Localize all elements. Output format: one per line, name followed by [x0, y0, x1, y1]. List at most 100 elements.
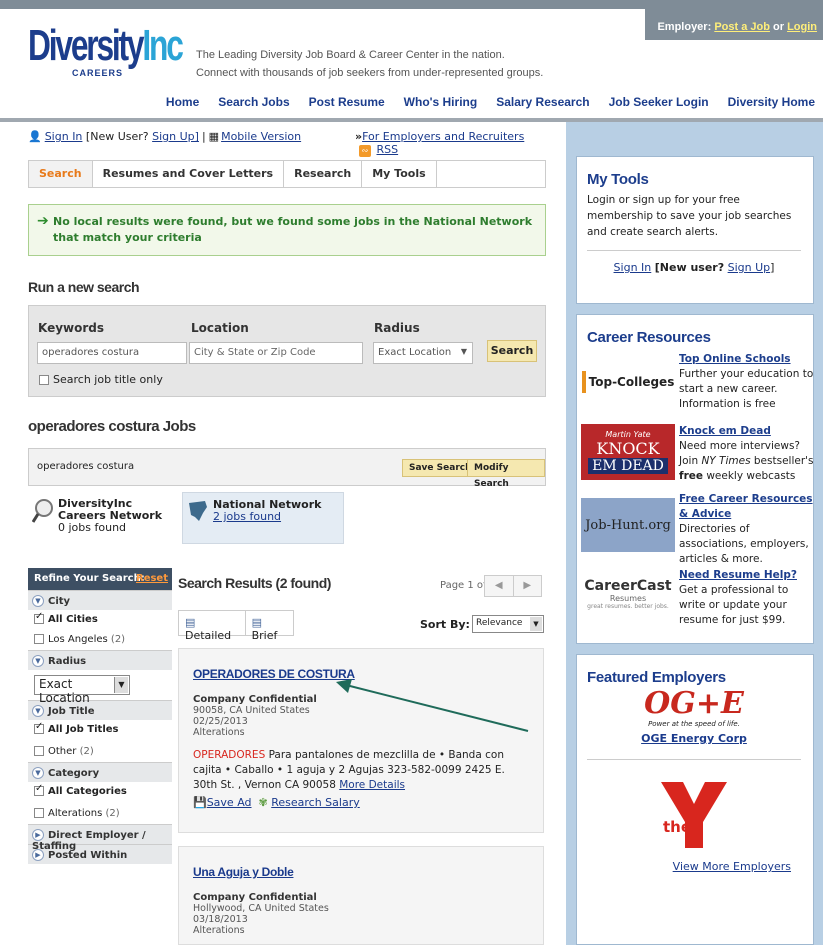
- chevron-right-icon: ▶: [32, 829, 44, 841]
- job-card: Una Aguja y Doble Company Confidential H…: [178, 846, 544, 945]
- refine-radius-select[interactable]: Exact Location ▼: [34, 675, 130, 705]
- view-more-employers-link[interactable]: View More Employers: [673, 860, 791, 873]
- top-nav: Home Search Jobs Post Resume Who's Hirin…: [166, 95, 815, 109]
- keywords-input[interactable]: operadores costura: [37, 342, 187, 364]
- nav-whos-hiring[interactable]: Who's Hiring: [404, 95, 478, 109]
- nav-job-seeker-login[interactable]: Job Seeker Login: [609, 95, 709, 109]
- oge-employer[interactable]: OG+E Power at the speed of life. OGE Ene…: [587, 686, 801, 746]
- us-map-icon: [189, 501, 207, 521]
- ymca-employer[interactable]: the the: [587, 776, 801, 852]
- nav-post-resume[interactable]: Post Resume: [309, 95, 385, 109]
- resource-careercast[interactable]: CareerCast Resumes great resumes. better…: [581, 568, 801, 640]
- detailed-view-button[interactable]: ▤ Detailed: [179, 611, 246, 642]
- title-only-checkbox[interactable]: [39, 375, 49, 385]
- rss-link[interactable]: RSS: [377, 143, 399, 156]
- alterations-option[interactable]: Alterations (2): [28, 804, 172, 824]
- tab-my-tools[interactable]: My Tools: [362, 161, 437, 187]
- tab-resumes[interactable]: Resumes and Cover Letters: [93, 161, 285, 187]
- brief-icon: ▤: [251, 616, 262, 629]
- checkbox[interactable]: [34, 808, 44, 818]
- tagline: The Leading Diversity Job Board & Career…: [196, 49, 544, 79]
- job-hunt-logo: Job-Hunt.org: [581, 498, 675, 552]
- save-ad-link[interactable]: Save Ad: [207, 796, 252, 809]
- my-tools-title: My Tools: [587, 171, 649, 188]
- magnifier-icon: [32, 499, 53, 523]
- modify-search-button[interactable]: Modify Search: [467, 459, 545, 489]
- employers-link[interactable]: For Employers and Recruiters: [362, 130, 524, 143]
- pager-buttons: ◀ ▶: [484, 575, 542, 597]
- los-angeles-option[interactable]: Los Angeles (2): [28, 630, 172, 650]
- all-job-titles-option[interactable]: All Job Titles: [28, 720, 172, 742]
- resource-job-hunt[interactable]: Job-Hunt.org Free Career Resources & Adv…: [581, 492, 813, 568]
- current-query: operadores costura: [37, 461, 135, 472]
- view-more-employers: View More Employers: [587, 860, 801, 873]
- run-search-heading: Run a new search: [28, 279, 140, 295]
- dropdown-arrow-icon: ▼: [530, 617, 542, 631]
- search-form: Keywords operadores costura Location Cit…: [28, 305, 546, 397]
- oge-link[interactable]: OGE Energy Corp: [587, 732, 801, 745]
- national-network[interactable]: National Network 2 jobs found: [182, 492, 344, 544]
- my-tools-panel: My Tools Login or sign up for your free …: [576, 156, 814, 304]
- sort-select[interactable]: Relevance ▼: [472, 615, 544, 633]
- location-label: Location: [191, 321, 249, 335]
- refine-radius[interactable]: ▼ Radius: [28, 650, 172, 670]
- refine-city[interactable]: ▼ City: [28, 590, 172, 610]
- checkbox-checked[interactable]: [34, 611, 44, 624]
- chevron-right-icon: ▶: [32, 849, 44, 861]
- rss-icon: ∾: [359, 145, 371, 157]
- reset-link[interactable]: Reset: [136, 573, 168, 584]
- view-toggle: ▤ Detailed ▤ Brief: [178, 610, 294, 642]
- checkbox-checked[interactable]: [34, 721, 44, 734]
- refine-direct-employer[interactable]: ▶ Direct Employer / Staffing: [28, 824, 172, 852]
- knock-em-dead-logo: Martin Yate KNOCK EM DEAD: [581, 424, 675, 480]
- top-colleges-logo: Top-Colleges: [581, 364, 675, 400]
- nav-search-jobs[interactable]: Search Jobs: [218, 95, 289, 109]
- sidebar-sign-up-link[interactable]: Sign Up: [728, 261, 771, 274]
- refine-category[interactable]: ▼ Category: [28, 762, 172, 782]
- oge-logo: OG+E: [644, 686, 744, 721]
- research-icon: ✾: [258, 796, 268, 809]
- job-title-link[interactable]: Una Aguja y Doble: [193, 865, 529, 879]
- post-job-link[interactable]: Post a Job: [714, 21, 770, 33]
- jobs-heading: operadores costura Jobs: [28, 418, 196, 435]
- job-meta: Company Confidential Hollywood, CA Unite…: [193, 892, 329, 936]
- my-tools-signin: Sign In [New user? Sign Up]: [613, 261, 775, 274]
- employer-tab: Employer: Post a Job or Login: [645, 0, 823, 40]
- main-tabs: Search Resumes and Cover Letters Researc…: [28, 160, 546, 188]
- tab-search[interactable]: Search: [29, 161, 93, 187]
- search-button[interactable]: Search: [487, 340, 537, 362]
- other-option[interactable]: Other (2): [28, 742, 172, 762]
- diversityinc-logo[interactable]: DiversityInc CAREERS: [28, 22, 184, 84]
- nav-salary-research[interactable]: Salary Research: [496, 95, 589, 109]
- checkbox[interactable]: [34, 634, 44, 644]
- brief-view-button[interactable]: ▤ Brief: [246, 611, 293, 642]
- location-input[interactable]: City & State or Zip Code: [189, 342, 363, 364]
- job-actions: 💾Save Ad ✾ Research Salary: [193, 796, 529, 809]
- checkbox[interactable]: [34, 746, 44, 756]
- all-cities-option[interactable]: All Cities: [28, 610, 172, 630]
- careercast-logo: CareerCast Resumes great resumes. better…: [584, 578, 672, 610]
- sort-by-label: Sort By:: [420, 618, 470, 631]
- list-icon: ▤: [185, 616, 196, 629]
- nav-home[interactable]: Home: [166, 95, 199, 109]
- next-page-icon[interactable]: ▶: [514, 576, 542, 596]
- more-details-link[interactable]: More Details: [339, 779, 405, 791]
- sign-in-link[interactable]: Sign In: [45, 130, 83, 143]
- tab-research[interactable]: Research: [284, 161, 363, 187]
- nav-diversity-home[interactable]: Diversity Home: [728, 95, 815, 109]
- checkbox-checked[interactable]: [34, 783, 44, 796]
- resource-top-colleges[interactable]: Top-Colleges Top Online Schools Further y…: [581, 352, 813, 424]
- sign-up-link[interactable]: Sign Up]: [152, 130, 199, 143]
- no-local-results-notice: ➔ No local results were found, but we fo…: [28, 204, 546, 256]
- research-salary-link[interactable]: Research Salary: [271, 796, 360, 809]
- prev-page-icon[interactable]: ◀: [485, 576, 514, 596]
- radius-select[interactable]: Exact Location ▼: [373, 342, 473, 364]
- login-link[interactable]: Login: [787, 21, 817, 33]
- sidebar-sign-in-link[interactable]: Sign In: [614, 261, 652, 274]
- resource-knock-em-dead[interactable]: Martin Yate KNOCK EM DEAD Knock em Dead N…: [581, 424, 814, 492]
- all-categories-option[interactable]: All Categories: [28, 782, 172, 804]
- diversityinc-network[interactable]: DiversityInc Careers Network 0 jobs foun…: [28, 492, 178, 544]
- mobile-version-link[interactable]: Mobile Version: [221, 130, 301, 143]
- career-resources-panel: Career Resources Top-Colleges Top Online…: [576, 314, 814, 644]
- annotation-arrow: [336, 679, 529, 732]
